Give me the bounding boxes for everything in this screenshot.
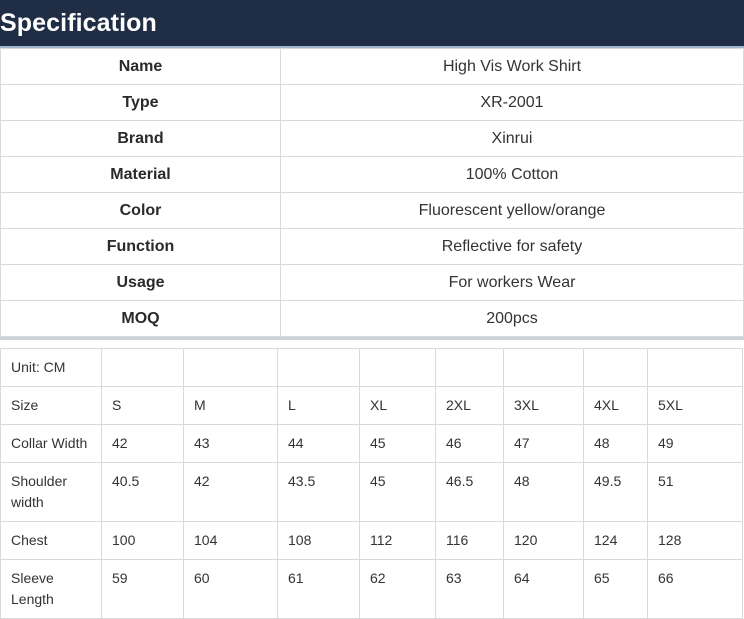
- spec-table-wrapper: Name High Vis Work Shirt Type XR-2001 Br…: [0, 48, 744, 340]
- size-cell: 4XL: [583, 386, 648, 425]
- size-cell: 46.5: [435, 462, 504, 522]
- empty-cell: [183, 348, 278, 387]
- size-cell: 47: [503, 424, 584, 463]
- size-unit-row: Unit: CM: [0, 348, 743, 387]
- size-cell: 66: [647, 559, 743, 619]
- row-label: Collar Width: [0, 424, 102, 463]
- sleeve-length-row: Sleeve Length 59 60 61 62 63 64 65 66: [0, 559, 743, 619]
- spec-value: Xinrui: [280, 120, 744, 157]
- spec-row-material: Material 100% Cotton: [0, 156, 744, 193]
- size-cell: 104: [183, 521, 278, 560]
- size-cell: 42: [183, 462, 278, 522]
- size-cell: 43: [183, 424, 278, 463]
- size-cell: 49.5: [583, 462, 648, 522]
- spec-key: Type: [0, 84, 281, 121]
- spec-row-name: Name High Vis Work Shirt: [0, 48, 744, 85]
- size-cell: 2XL: [435, 386, 504, 425]
- size-cell: 44: [277, 424, 360, 463]
- empty-cell: [503, 348, 584, 387]
- size-cell: 40.5: [101, 462, 184, 522]
- shoulder-width-row: Shoulder width 40.5 42 43.5 45 46.5 48 4…: [0, 462, 743, 522]
- row-label: Shoulder width: [0, 462, 102, 522]
- spec-row-color: Color Fluorescent yellow/orange: [0, 192, 744, 229]
- spec-value: Fluorescent yellow/orange: [280, 192, 744, 229]
- spec-key: Function: [0, 228, 281, 265]
- section-header: Specification: [0, 0, 744, 48]
- size-cell: 45: [359, 424, 436, 463]
- spec-key: Brand: [0, 120, 281, 157]
- empty-cell: [583, 348, 648, 387]
- spec-table: Name High Vis Work Shirt Type XR-2001 Br…: [0, 48, 744, 337]
- row-label: Sleeve Length: [0, 559, 102, 619]
- empty-cell: [277, 348, 360, 387]
- empty-cell: [435, 348, 504, 387]
- row-label: Chest: [0, 521, 102, 560]
- size-cell: 108: [277, 521, 360, 560]
- size-cell: 62: [359, 559, 436, 619]
- spec-value: For workers Wear: [280, 264, 744, 301]
- size-cell: 120: [503, 521, 584, 560]
- size-cell: 3XL: [503, 386, 584, 425]
- size-cell: 49: [647, 424, 743, 463]
- spec-value: 100% Cotton: [280, 156, 744, 193]
- size-cell: 100: [101, 521, 184, 560]
- spec-key: Usage: [0, 264, 281, 301]
- size-cell: 61: [277, 559, 360, 619]
- spec-row-usage: Usage For workers Wear: [0, 264, 744, 301]
- spec-row-function: Function Reflective for safety: [0, 228, 744, 265]
- spec-key: Material: [0, 156, 281, 193]
- spec-value: Reflective for safety: [280, 228, 744, 265]
- spec-row-moq: MOQ 200pcs: [0, 300, 744, 337]
- spec-row-type: Type XR-2001: [0, 84, 744, 121]
- size-cell: XL: [359, 386, 436, 425]
- spec-row-brand: Brand Xinrui: [0, 120, 744, 157]
- unit-label: Unit: CM: [0, 348, 102, 387]
- spec-value: High Vis Work Shirt: [280, 48, 744, 85]
- size-cell: 60: [183, 559, 278, 619]
- row-label: Size: [0, 386, 102, 425]
- empty-cell: [647, 348, 743, 387]
- spec-value: 200pcs: [280, 300, 744, 337]
- size-cell: 116: [435, 521, 504, 560]
- spec-key: Name: [0, 48, 281, 85]
- size-cell: 46: [435, 424, 504, 463]
- size-cell: 42: [101, 424, 184, 463]
- spec-key: Color: [0, 192, 281, 229]
- size-cell: 63: [435, 559, 504, 619]
- size-cell: 5XL: [647, 386, 743, 425]
- chest-row: Chest 100 104 108 112 116 120 124 128: [0, 521, 743, 560]
- size-cell: 43.5: [277, 462, 360, 522]
- spec-value: XR-2001: [280, 84, 744, 121]
- size-cell: 45: [359, 462, 436, 522]
- empty-cell: [101, 348, 184, 387]
- size-cell: 51: [647, 462, 743, 522]
- size-cell: 48: [503, 462, 584, 522]
- section-title: Specification: [0, 8, 157, 37]
- size-cell: 112: [359, 521, 436, 560]
- size-cell: 48: [583, 424, 648, 463]
- empty-cell: [359, 348, 436, 387]
- size-cell: 64: [503, 559, 584, 619]
- size-cell: S: [101, 386, 184, 425]
- size-cell: 59: [101, 559, 184, 619]
- collar-width-row: Collar Width 42 43 44 45 46 47 48 49: [0, 424, 743, 463]
- size-chart-table: Unit: CM Size S M L XL 2XL 3XL 4XL 5XL C…: [0, 348, 743, 619]
- spec-key: MOQ: [0, 300, 281, 337]
- size-cell: M: [183, 386, 278, 425]
- size-cell: 124: [583, 521, 648, 560]
- size-row: Size S M L XL 2XL 3XL 4XL 5XL: [0, 386, 743, 425]
- size-cell: L: [277, 386, 360, 425]
- size-cell: 128: [647, 521, 743, 560]
- size-cell: 65: [583, 559, 648, 619]
